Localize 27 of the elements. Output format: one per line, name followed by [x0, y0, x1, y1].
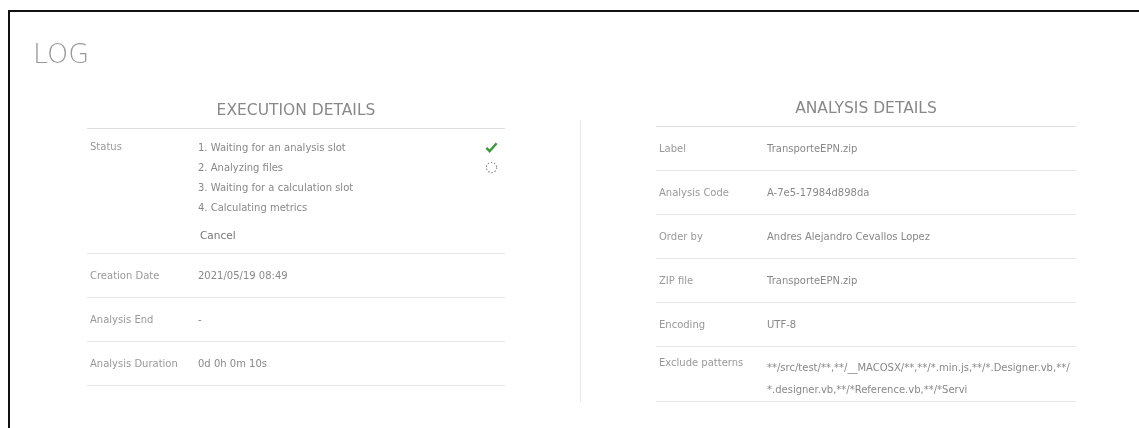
row-value: Andres Alejandro Cevallos Lopez [767, 229, 932, 244]
row-label: Analysis Code [658, 187, 730, 198]
section-heading: ANALYSIS DETAILS [656, 98, 1076, 127]
row-label: Analysis End [89, 314, 155, 325]
row-label: Encoding [658, 319, 707, 330]
section-heading: EXECUTION DETAILS [87, 100, 505, 129]
row-label: Creation Date [89, 270, 161, 281]
row-value: 0d 0h 0m 10s [198, 356, 268, 371]
row-label: Status [89, 141, 123, 152]
cancel-button[interactable]: Cancel [198, 227, 238, 243]
row-label: Exclude patterns [658, 357, 745, 368]
page-title: LOG [33, 38, 91, 70]
row-value: A-7e5-17984d898da [767, 185, 871, 200]
status-step: 3. Waiting for a calculation slot [198, 181, 354, 193]
row-label: Label [658, 143, 687, 154]
row-value: **/src/test/**,**/__MACOSX/**,**/*.min.js,**/*.Designer.vb,**/*.designer.vb,**/*Reference.vb,**/*Servi [767, 361, 1071, 397]
row-value: TransporteEPN.zip [767, 141, 859, 156]
status-step: 4. Calculating metrics [198, 201, 308, 213]
row-label: Analysis Duration [89, 358, 179, 369]
row-value: - [198, 312, 203, 327]
row-value: 2021/05/19 08:49 [198, 268, 289, 283]
row-value: UTF-8 [767, 317, 798, 332]
row-label: ZIP file [658, 275, 695, 286]
row-label: Order by [658, 231, 704, 242]
row-value: TransporteEPN.zip [767, 273, 859, 288]
status-step: 2. Analyzing files [198, 161, 284, 173]
status-step: 1. Waiting for an analysis slot [198, 141, 346, 153]
